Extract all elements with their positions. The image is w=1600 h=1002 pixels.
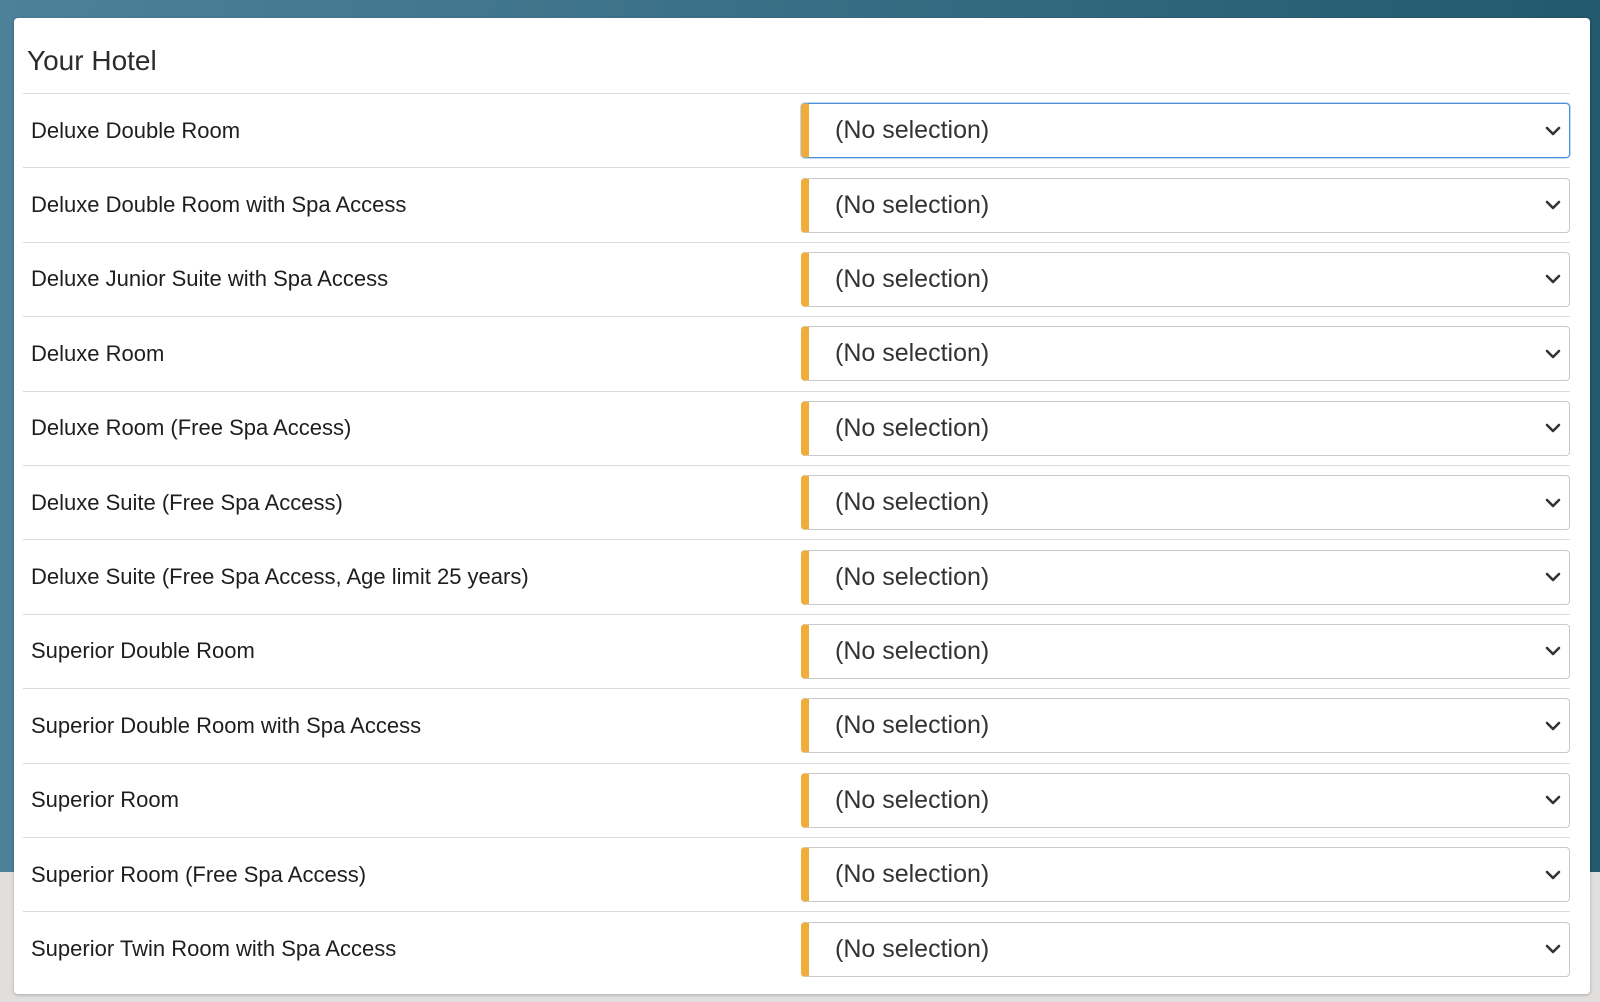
room-select-value: (No selection) <box>835 785 990 814</box>
room-select[interactable]: (No selection) <box>801 698 1570 754</box>
room-select[interactable]: (No selection) <box>801 921 1570 977</box>
room-select-value: (No selection) <box>835 711 990 740</box>
room-select-value: (No selection) <box>835 190 990 219</box>
room-label: Deluxe Junior Suite with Spa Access <box>31 266 389 292</box>
room-select-value: (No selection) <box>835 934 990 963</box>
room-label: Deluxe Double Room <box>31 117 241 143</box>
room-list: Deluxe Double Room (No selection) Deluxe… <box>23 94 1570 987</box>
room-select[interactable]: (No selection) <box>801 847 1570 903</box>
room-select[interactable]: (No selection) <box>801 326 1570 382</box>
room-select[interactable]: (No selection) <box>801 177 1570 233</box>
room-select-value: (No selection) <box>835 488 990 517</box>
chevron-down-icon <box>1545 721 1561 731</box>
room-label: Deluxe Room (Free Spa Access) <box>31 415 352 441</box>
chevron-down-icon <box>1545 945 1561 954</box>
room-select-value: (No selection) <box>835 636 990 665</box>
room-label: Superior Double Room <box>31 638 255 664</box>
room-label: Deluxe Suite (Free Spa Access) <box>31 489 343 515</box>
room-select-value: (No selection) <box>835 413 990 442</box>
chevron-down-icon <box>1545 870 1561 879</box>
room-select-value: (No selection) <box>835 562 990 591</box>
room-row: Superior Double Room (No selection) <box>23 615 1570 690</box>
chevron-down-icon <box>1545 126 1561 135</box>
room-row: Superior Room (Free Spa Access) (No sele… <box>23 838 1570 913</box>
room-select[interactable]: (No selection) <box>801 400 1570 456</box>
chevron-down-icon <box>1545 498 1561 507</box>
card-title: Your Hotel <box>23 18 1570 94</box>
room-row: Deluxe Double Room with Spa Access (No s… <box>23 168 1570 243</box>
chevron-down-icon <box>1545 275 1561 284</box>
room-label: Superior Double Room with Spa Access <box>31 712 422 738</box>
room-row: Deluxe Double Room (No selection) <box>23 94 1570 169</box>
room-select[interactable]: (No selection) <box>801 549 1570 605</box>
chevron-down-icon <box>1545 795 1561 805</box>
room-row: Superior Double Room with Spa Access (No… <box>23 689 1570 764</box>
room-select-value: (No selection) <box>835 264 990 293</box>
room-label: Deluxe Room <box>31 340 165 366</box>
room-select-value: (No selection) <box>835 116 990 145</box>
hotel-room-mapping-card: Your Hotel Deluxe Double Room (No select… <box>14 18 1590 994</box>
room-label: Superior Room <box>31 787 179 813</box>
room-select[interactable]: (No selection) <box>801 772 1570 828</box>
room-select[interactable]: (No selection) <box>801 103 1570 159</box>
room-select[interactable]: (No selection) <box>801 251 1570 307</box>
room-row: Deluxe Suite (Free Spa Access) (No selec… <box>23 466 1570 541</box>
room-row: Deluxe Room (No selection) <box>23 317 1570 392</box>
room-row: Superior Twin Room with Spa Access (No s… <box>23 912 1570 986</box>
room-label: Deluxe Double Room with Spa Access <box>31 192 407 218</box>
room-label: Superior Room (Free Spa Access) <box>31 861 367 887</box>
room-select[interactable]: (No selection) <box>801 475 1570 531</box>
room-select-value: (No selection) <box>835 339 990 368</box>
room-label: Deluxe Suite (Free Spa Access, Age limit… <box>31 564 529 590</box>
room-select-value: (No selection) <box>835 860 990 889</box>
room-row: Superior Room (No selection) <box>23 764 1570 838</box>
chevron-down-icon <box>1545 647 1561 656</box>
chevron-down-icon <box>1545 423 1561 433</box>
room-row: Deluxe Suite (Free Spa Access, Age limit… <box>23 540 1570 615</box>
room-row: Deluxe Room (Free Spa Access) (No select… <box>23 392 1570 466</box>
room-label: Superior Twin Room with Spa Access <box>31 936 397 962</box>
chevron-down-icon <box>1545 572 1561 582</box>
chevron-down-icon <box>1545 349 1561 359</box>
chevron-down-icon <box>1545 200 1561 210</box>
room-row: Deluxe Junior Suite with Spa Access (No … <box>23 243 1570 318</box>
room-select[interactable]: (No selection) <box>801 623 1570 679</box>
